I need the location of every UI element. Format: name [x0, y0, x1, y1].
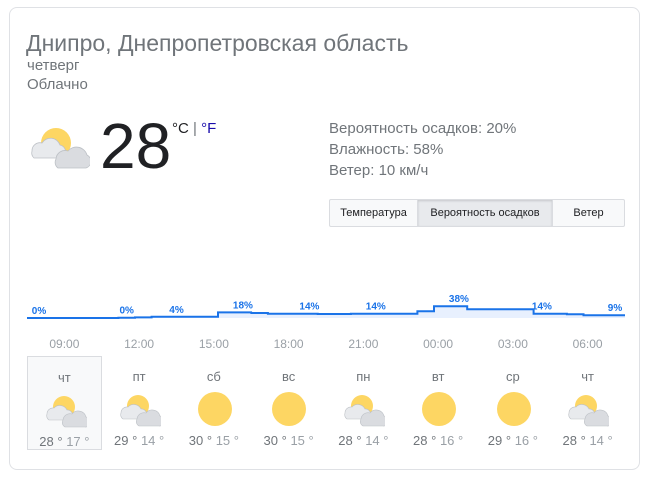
- sun-icon: [418, 391, 460, 427]
- forecast-low: 14 °: [589, 433, 613, 448]
- forecast-day[interactable]: пт 29 ° 14 °: [102, 356, 177, 450]
- precipitation-chart: 0% 0% 4% 18% 14% 14% 38% 14% 9% 09:00 12:00 15:00 18…: [27, 294, 625, 351]
- forecast-day-name: вт: [431, 369, 445, 384]
- partly-cloudy-icon: [31, 128, 90, 169]
- precipitation-chance: Вероятность осадков: 20%: [329, 120, 517, 137]
- weather-details: Вероятность осадков: 20% Влажность: 58% …: [329, 118, 516, 181]
- partly-cloudy-icon: [119, 391, 165, 427]
- forecast-day[interactable]: сб 30 ° 15 °: [177, 356, 252, 450]
- chart-value-label: 4%: [169, 305, 184, 316]
- chart-time-tick: 12:00: [124, 337, 154, 351]
- chart-value-label: 14%: [532, 302, 552, 313]
- sun-icon: [493, 391, 535, 427]
- forecast-high: 30 °: [263, 433, 287, 448]
- chart-time-tick: 15:00: [199, 337, 229, 351]
- unit-celsius[interactable]: °C: [172, 120, 189, 137]
- current-day: четверг: [27, 57, 80, 74]
- weather-card: Днипро, Днепропетровская область четверг…: [9, 7, 640, 470]
- forecast-low: 15 °: [290, 433, 314, 448]
- forecast-temps: 28 ° 14 °: [550, 433, 625, 448]
- forecast-high: 28 °: [39, 434, 63, 449]
- tab-wind[interactable]: Ветер: [553, 200, 624, 226]
- forecast-temps: 30 ° 15 °: [177, 433, 252, 448]
- chart-time-tick: 18:00: [274, 337, 304, 351]
- forecast-day-name: чт: [58, 370, 71, 385]
- forecast-day[interactable]: чт 28 ° 14 °: [550, 356, 625, 450]
- chart-value-label: 14%: [366, 302, 386, 313]
- tab-precipitation[interactable]: Вероятность осадков: [418, 200, 553, 226]
- forecast-day[interactable]: вт 28 ° 16 °: [401, 356, 476, 450]
- current-temperature: 28: [100, 110, 172, 182]
- forecast-day-name: ср: [506, 369, 520, 384]
- partly-cloudy-icon: [343, 391, 389, 427]
- sun-icon: [194, 391, 236, 427]
- forecast-day-name: пн: [356, 369, 371, 384]
- forecast-day[interactable]: пн 28 ° 14 °: [326, 356, 401, 450]
- chart-tabs: Температура Вероятность осадков Ветер: [329, 199, 625, 227]
- forecast-low: 16 °: [439, 433, 464, 448]
- current-condition: Облачно: [27, 76, 88, 93]
- chart-value-label: 38%: [449, 294, 469, 305]
- chart-time-tick: 06:00: [573, 337, 603, 351]
- chart-value-label: 0%: [119, 306, 134, 317]
- chart-value-label: 0%: [32, 306, 47, 317]
- forecast-day[interactable]: вс 30 ° 15 °: [251, 356, 326, 450]
- forecast-temps: 30 ° 15 °: [251, 433, 326, 448]
- forecast-low: 14 °: [365, 433, 389, 448]
- partly-cloudy-icon: [567, 391, 614, 427]
- forecast-day-name: вс: [281, 369, 296, 384]
- forecast-temps: 29 ° 14 °: [102, 433, 177, 448]
- location-title: Днипро, Днепропетровская область: [26, 30, 409, 56]
- forecast-high: 28 °: [413, 433, 437, 448]
- forecast-low: 15 °: [215, 433, 239, 448]
- forecast-low: 17 °: [66, 434, 90, 449]
- unit-separator: |: [188, 120, 202, 137]
- forecast-day-name: чт: [581, 369, 594, 384]
- forecast-day[interactable]: ср 29 ° 16 °: [476, 356, 551, 450]
- partly-cloudy-icon: [45, 392, 91, 428]
- chart-time-tick: 21:00: [348, 337, 378, 351]
- forecast-high: 30 °: [188, 433, 213, 448]
- forecast-high: 29 °: [487, 433, 512, 448]
- chart-value-label: 18%: [233, 300, 253, 311]
- forecast-day[interactable]: чт 28 ° 17 °: [27, 356, 102, 450]
- forecast-low: 16 °: [514, 433, 538, 448]
- chart-time-tick: 00:00: [423, 337, 453, 351]
- daily-forecast: чт 28 ° 17 ° пт 29 ° 14 ° сб 30 ° 15 ° вс 30 ° …: [27, 356, 625, 452]
- forecast-temps: 28 ° 14 °: [326, 433, 401, 448]
- wind: Ветер: 10 км/ч: [329, 162, 429, 179]
- chart-value-label: 9%: [608, 303, 623, 314]
- humidity: Влажность: 58%: [329, 141, 444, 158]
- chart-time-tick: 09:00: [49, 337, 79, 351]
- forecast-high: 29 °: [114, 433, 138, 448]
- chart-value-label: 14%: [299, 302, 319, 313]
- chart-time-tick: 03:00: [498, 337, 528, 351]
- sun-icon: [268, 391, 310, 427]
- forecast-day-name: сб: [206, 369, 221, 384]
- forecast-temps: 28 ° 17 °: [28, 434, 101, 449]
- tab-temperature[interactable]: Температура: [330, 200, 418, 226]
- unit-switch: °C | °F: [172, 120, 216, 137]
- forecast-temps: 29 ° 16 °: [476, 433, 551, 448]
- forecast-day-name: пт: [132, 369, 146, 384]
- forecast-high: 28 °: [562, 433, 586, 448]
- forecast-low: 14 °: [140, 433, 165, 448]
- forecast-temps: 28 ° 16 °: [401, 433, 476, 448]
- forecast-high: 28 °: [338, 433, 362, 448]
- unit-fahrenheit-link[interactable]: °F: [201, 120, 216, 137]
